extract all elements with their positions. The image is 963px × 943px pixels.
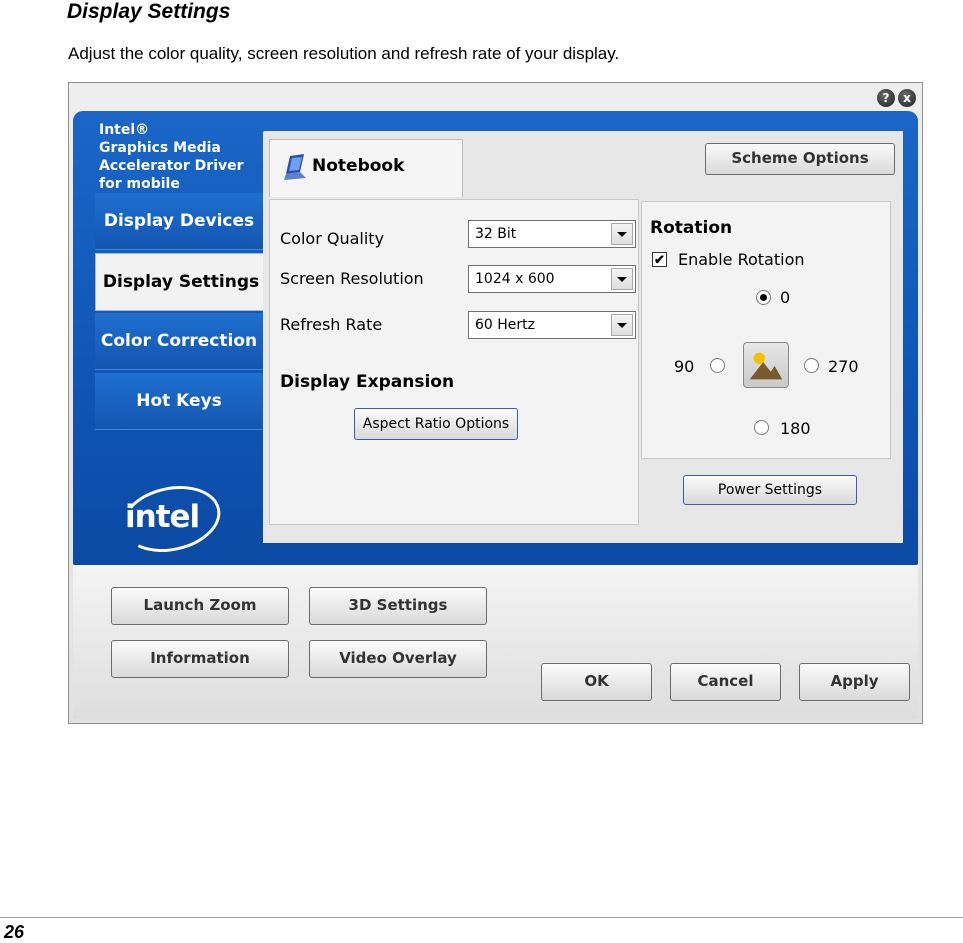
rotation-radio-0[interactable]	[756, 290, 771, 305]
main-frame: Intel® Graphics Media Accelerator Driver…	[73, 111, 918, 565]
power-settings-button[interactable]: Power Settings	[683, 475, 857, 505]
document-title: Display Settings	[67, 0, 231, 23]
rotation-label-0: 0	[780, 288, 791, 307]
sidebar-item-display-settings[interactable]: Display Settings	[95, 253, 266, 311]
help-icon[interactable]: ?	[877, 89, 895, 107]
intel-gma-window: ? x Intel® Graphics Media Accelerator Dr…	[68, 82, 923, 724]
screen-resolution-select[interactable]: 1024 x 600	[468, 265, 636, 293]
brand-text: Intel® Graphics Media Accelerator Driver…	[99, 121, 244, 193]
launch-zoom-button[interactable]: Launch Zoom	[111, 587, 289, 625]
chevron-down-icon[interactable]	[611, 268, 633, 290]
refresh-rate-select[interactable]: 60 Hertz	[468, 311, 636, 339]
rotation-label-90: 90	[674, 357, 695, 376]
brand-line-mobile: for mobile	[99, 176, 180, 192]
brand-line-accelerator: Accelerator Driver	[99, 158, 244, 174]
rotation-radio-90[interactable]	[710, 358, 725, 373]
rotation-preview-image	[743, 342, 789, 388]
3d-settings-button[interactable]: 3D Settings	[309, 587, 487, 625]
chevron-down-icon[interactable]	[611, 314, 633, 336]
brand-line-graphics: Graphics Media	[99, 140, 221, 156]
apply-button[interactable]: Apply	[799, 663, 910, 701]
page-number: 26	[4, 922, 25, 942]
close-icon[interactable]: x	[898, 89, 916, 107]
rotation-panel: Rotation ✔ Enable Rotation 0 90 270 180	[641, 201, 891, 459]
screen-resolution-value: 1024 x 600	[475, 271, 555, 287]
tab-label: Notebook	[312, 156, 405, 176]
scheme-options-button[interactable]: Scheme Options	[705, 143, 895, 175]
rotation-label-180: 180	[780, 419, 811, 438]
sidebar-nav: Display Devices Display Settings Color C…	[95, 193, 266, 437]
screen-resolution-label: Screen Resolution	[280, 269, 424, 288]
aspect-ratio-options-button[interactable]: Aspect Ratio Options	[354, 408, 518, 440]
document-description: Adjust the color quality, screen resolut…	[68, 44, 620, 63]
enable-rotation-checkbox[interactable]: ✔	[652, 252, 667, 267]
notebook-icon	[284, 154, 306, 180]
enable-rotation-label: Enable Rotation	[678, 250, 805, 269]
chevron-down-icon[interactable]	[611, 223, 633, 245]
brand-line-intel: Intel®	[99, 122, 150, 138]
display-expansion-heading: Display Expansion	[280, 372, 455, 392]
sidebar-item-color-correction[interactable]: Color Correction	[95, 313, 263, 370]
video-overlay-button[interactable]: Video Overlay	[309, 640, 487, 678]
ok-button[interactable]: OK	[541, 663, 652, 701]
color-quality-select[interactable]: 32 Bit	[468, 220, 636, 248]
sidebar-item-display-devices[interactable]: Display Devices	[95, 193, 263, 250]
content-area: Notebook Scheme Options Color Quality 32…	[263, 131, 903, 543]
cancel-button[interactable]: Cancel	[670, 663, 781, 701]
rotation-radio-270[interactable]	[804, 358, 819, 373]
rotation-label-270: 270	[828, 357, 859, 376]
rotation-heading: Rotation	[650, 218, 733, 238]
footer-divider	[0, 917, 963, 918]
intel-logo-text: intel	[125, 499, 200, 535]
color-quality-value: 32 Bit	[475, 226, 517, 242]
bottom-button-bar: Launch Zoom 3D Settings Information Vide…	[73, 565, 918, 719]
refresh-rate-label: Refresh Rate	[280, 315, 383, 334]
information-button[interactable]: Information	[111, 640, 289, 678]
refresh-rate-value: 60 Hertz	[475, 317, 535, 333]
landscape-picture-icon	[749, 352, 783, 380]
color-quality-label: Color Quality	[280, 229, 385, 248]
display-settings-panel: Color Quality 32 Bit Screen Resolution 1…	[269, 199, 639, 525]
rotation-radio-180[interactable]	[754, 420, 769, 435]
tab-notebook[interactable]: Notebook	[269, 139, 463, 197]
sidebar-item-hot-keys[interactable]: Hot Keys	[95, 373, 263, 430]
